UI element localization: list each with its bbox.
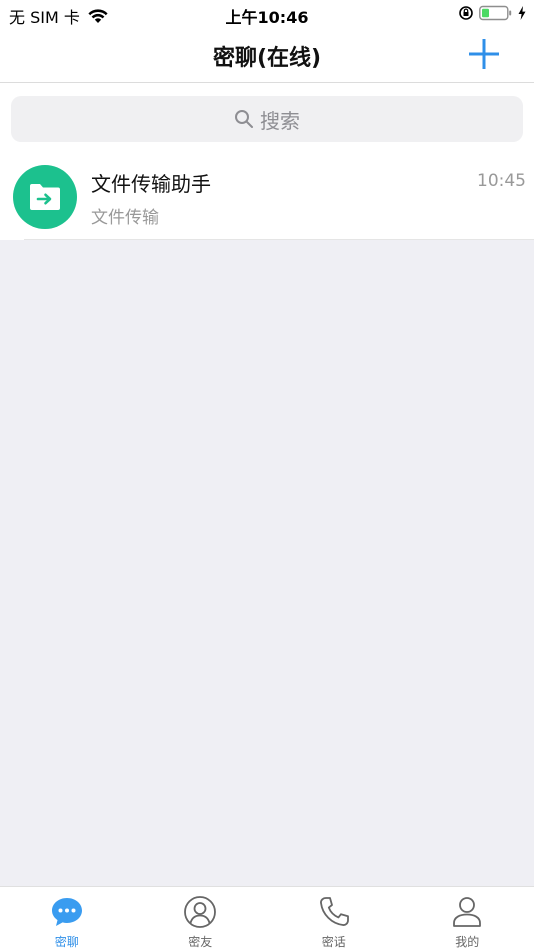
page-title: 密聊(在线) [212, 46, 322, 71]
app-screen: 无 SIM 卡 上午10:46 密聊(在线) 搜索 文件传输助手 文件传输 10… [0, 0, 534, 950]
user-icon [453, 897, 482, 927]
orientation-lock-icon [459, 6, 473, 20]
tab-chat[interactable]: 密聊 [0, 887, 134, 950]
tab-chat-label: 密聊 [54, 935, 79, 949]
phone-icon [319, 897, 349, 926]
tab-me[interactable]: 我的 [401, 887, 534, 950]
chat-time: 10:45 [477, 171, 526, 191]
tab-me-label: 我的 [455, 935, 480, 949]
contact-icon [184, 896, 217, 928]
avatar [13, 165, 77, 229]
status-right [453, 5, 526, 21]
chat-name: 文件传输助手 [91, 172, 211, 196]
folder-transfer-icon [30, 184, 60, 210]
divider [24, 239, 534, 240]
tab-contacts-label: 密友 [188, 935, 213, 949]
chat-bubble-icon [51, 898, 82, 926]
list-item[interactable]: 文件传输助手 文件传输 10:45 [0, 150, 534, 240]
search-input[interactable]: 搜索 [11, 96, 523, 142]
search-area: 搜索 [0, 83, 534, 150]
tab-calls[interactable]: 密话 [267, 887, 401, 950]
search-icon [235, 110, 253, 128]
battery-icon [479, 5, 512, 21]
status-bar: 无 SIM 卡 上午10:46 [0, 0, 534, 28]
charging-icon [518, 6, 526, 20]
chat-preview: 文件传输 [91, 208, 159, 228]
search-placeholder: 搜索 [260, 108, 300, 133]
tab-contacts[interactable]: 密友 [134, 887, 268, 950]
nav-bar: 密聊(在线) [0, 28, 534, 83]
tab-bar: 密聊 密友 密话 我的 [0, 886, 534, 950]
add-button[interactable] [468, 38, 500, 70]
chat-list: 文件传输助手 文件传输 10:45 [0, 150, 534, 240]
tab-calls-label: 密话 [321, 935, 346, 949]
plus-icon [469, 39, 499, 69]
